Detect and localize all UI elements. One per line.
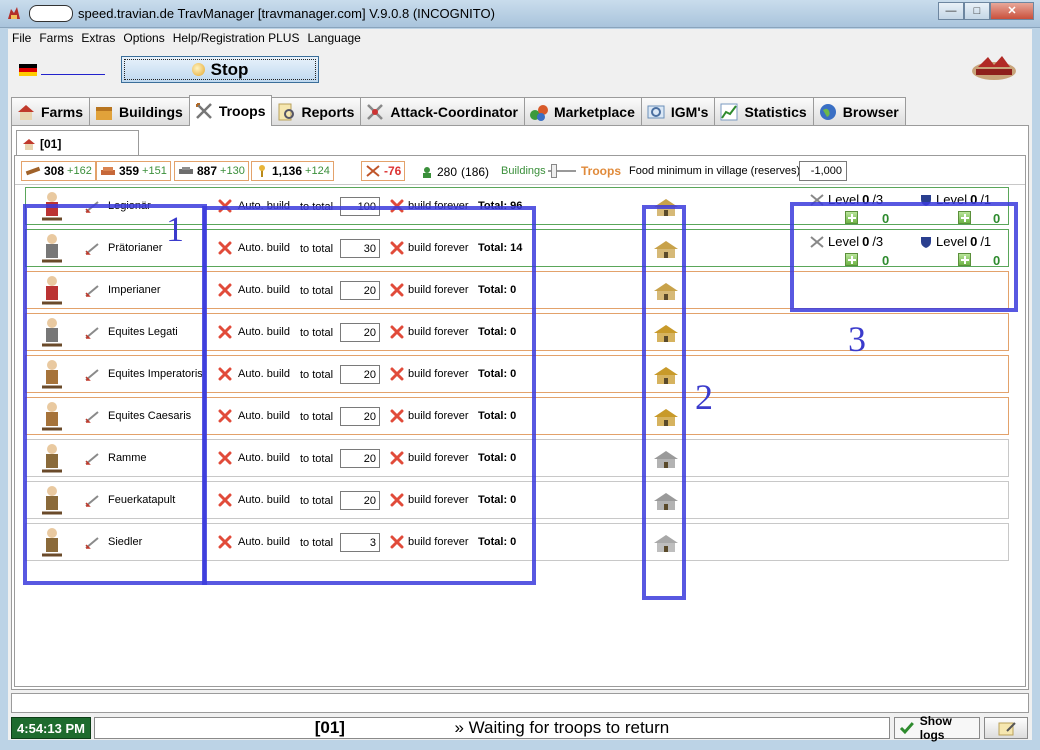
tab-troops[interactable]: Troops (188, 95, 273, 126)
marketplace-icon (529, 105, 548, 121)
annotation-box-2 (642, 205, 686, 600)
close-button[interactable]: ✕ (990, 2, 1034, 20)
crop-consumption-icon (366, 165, 380, 177)
farms-icon (18, 105, 34, 120)
window-title: speed.travian.de TravManager [travmanage… (78, 6, 495, 21)
notes-icon (998, 722, 1016, 736)
checkmark-icon (899, 722, 914, 735)
net-crop: -76 (361, 161, 406, 181)
iron-production: +130 (220, 165, 245, 177)
tab-label: Reports (301, 104, 355, 120)
population-sub: (186) (461, 165, 490, 179)
crop-amount: 1,136 (272, 164, 303, 178)
annotation-box-1a (23, 204, 207, 585)
show-logs-label: Show logs (919, 714, 952, 742)
clay-resource: 359 +151 (96, 161, 171, 181)
tab-label: Attack-Coordinator (390, 104, 518, 120)
attack-coordinator-icon (367, 104, 384, 120)
tab-label: IGM's (670, 104, 709, 120)
iron-amount: 887 (197, 164, 218, 178)
tab-label: Marketplace (553, 104, 635, 120)
german-flag-icon[interactable] (19, 64, 37, 76)
status-message: [01] » Waiting for troops to return (94, 717, 890, 739)
account-link[interactable] (41, 74, 105, 75)
show-logs-button[interactable]: Show logs (894, 714, 980, 742)
population-value: 280 (437, 165, 458, 179)
clay-amount: 359 (119, 164, 140, 178)
annotation-label-2: 2 (695, 377, 713, 417)
menu-language[interactable]: Language (303, 29, 364, 48)
annotation-box-1b (202, 206, 536, 585)
globe-icon (819, 104, 836, 120)
title-bar: speed.travian.de TravManager [travmanage… (0, 0, 1040, 28)
app-icon (8, 7, 20, 19)
minimize-button[interactable]: — (938, 2, 964, 20)
wood-icon (25, 166, 41, 176)
menu-help[interactable]: Help/Registration PLUS (169, 29, 304, 48)
population-icon (423, 167, 431, 178)
menu-options[interactable]: Options (119, 29, 168, 48)
crop-resource: 1,136 +124 (251, 161, 334, 181)
clay-production: +151 (142, 165, 167, 177)
annotation-label-3: 3 (848, 319, 866, 359)
toggle-troops-label: Troops (581, 164, 622, 178)
slider-thumb[interactable] (551, 164, 557, 178)
wood-amount: 308 (44, 164, 65, 178)
menu-file[interactable]: File (8, 29, 35, 48)
tab-label: Buildings (119, 104, 183, 120)
tab-statistics[interactable]: Statistics (714, 97, 814, 126)
annotation-box-3 (790, 202, 1018, 312)
statistics-icon (720, 103, 738, 121)
net-crop-value: -76 (384, 164, 402, 178)
annotation-label-1: 1 (166, 209, 184, 249)
maximize-button[interactable]: □ (964, 2, 990, 20)
menu-farms[interactable]: Farms (35, 29, 77, 48)
account-pill (29, 5, 73, 22)
stop-icon (191, 63, 205, 76)
reports-icon (278, 103, 295, 121)
crop-production: +124 (305, 165, 330, 177)
clay-icon (101, 167, 115, 175)
menu-bar: File Farms Extras Options Help/Registrat… (8, 29, 1032, 48)
main-tabs: Farms Buildings Troops Reports Attack-Co… (11, 95, 906, 126)
menu-extras[interactable]: Extras (77, 29, 119, 48)
stop-button[interactable]: Stop (121, 56, 319, 83)
wood-production: +162 (67, 165, 92, 177)
client-area: Stop Farms Buildings Troops Reports Atta… (8, 48, 1032, 742)
tab-label: Troops (218, 103, 266, 119)
village-tab[interactable]: [01] (16, 130, 139, 156)
food-minimum-input[interactable]: -1,000 (799, 161, 847, 181)
village-tab-label: [01] (40, 136, 62, 151)
igm-icon (647, 105, 665, 119)
tab-label: Farms (41, 104, 84, 120)
buildings-icon (96, 107, 113, 120)
buildings-troops-slider[interactable] (548, 163, 576, 179)
toggle-buildings-label: Buildings (501, 165, 546, 177)
wood-resource: 308 +162 (21, 161, 96, 181)
iron-resource: 887 +130 (174, 161, 249, 181)
iron-icon (179, 167, 193, 174)
status-text: » Waiting for troops to return (454, 718, 670, 737)
tab-buildings[interactable]: Buildings (89, 97, 190, 126)
status-village: [01] (314, 718, 345, 737)
tab-attack-coordinator[interactable]: Attack-Coordinator (360, 97, 525, 126)
tab-reports[interactable]: Reports (271, 97, 362, 126)
food-minimum-label: Food minimum in village (reserves) (629, 165, 801, 177)
village-icon (23, 138, 35, 150)
tab-marketplace[interactable]: Marketplace (523, 97, 642, 126)
travmanager-logo (972, 56, 1016, 80)
notes-button[interactable] (984, 717, 1028, 739)
population: 280 (186) (421, 165, 489, 179)
resource-bar: 308 +162 359 +151 887 +130 1,136 +124 -7… (15, 156, 1025, 185)
crossed-swords-icon (195, 103, 212, 119)
tab-label: Statistics (744, 104, 807, 120)
clock: 4:54:13 PM (11, 717, 91, 739)
tab-browser[interactable]: Browser (812, 97, 906, 126)
stop-label: Stop (210, 59, 249, 79)
tab-label: Browser (842, 104, 899, 120)
tab-farms[interactable]: Farms (11, 97, 91, 126)
tab-igms[interactable]: IGM's (640, 97, 716, 126)
crop-icon (259, 165, 265, 177)
log-line (11, 693, 1029, 713)
